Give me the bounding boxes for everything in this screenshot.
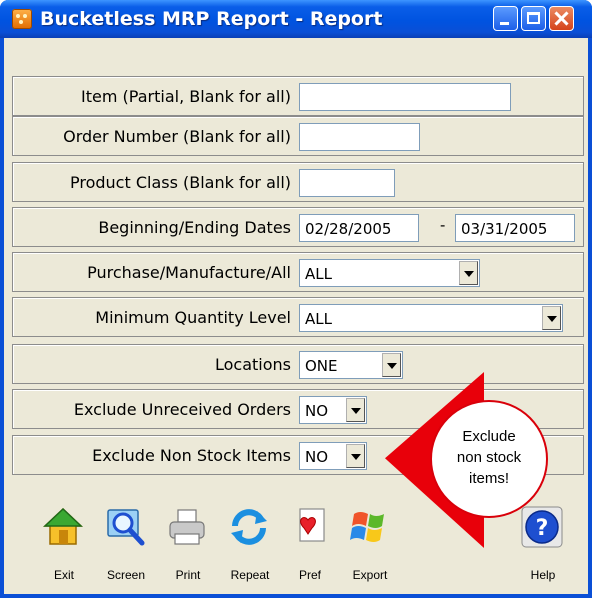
windows-flag-icon [350,512,384,542]
callout-bubble: Exclude non stock items! [430,400,548,518]
locations-value: ONE [305,357,338,375]
minimum-quantity-row: Minimum Quantity Level ALL [12,297,584,337]
exclude-unreceived-value: NO [305,402,329,420]
screen-label: Screen [106,568,146,582]
callout-line-2: non stock [456,449,522,466]
purchase-manufacture-row: Purchase/Manufacture/All ALL [12,252,584,292]
export-label: Export [352,568,388,582]
locations-label: Locations [214,355,291,374]
dropdown-arrow-icon[interactable] [459,261,478,285]
dates-label: Beginning/Ending Dates [98,218,291,237]
exclude-unreceived-select[interactable]: NO [299,396,367,424]
exit-label: Exit [53,568,74,582]
minimum-quantity-value: ALL [305,310,332,328]
exclude-unreceived-label: Exclude Unreceived Orders [73,400,291,419]
help-question-icon: ? [521,506,563,548]
exclude-nonstock-label: Exclude Non Stock Items [92,446,291,465]
purchase-manufacture-value: ALL [305,265,332,283]
callout-line-3: items! [468,470,509,487]
callout-line-1: Exclude [462,428,516,445]
order-number-input[interactable] [299,123,420,151]
dropdown-arrow-icon[interactable] [346,398,365,422]
pref-button[interactable]: Pref [280,502,340,592]
close-button[interactable] [549,6,574,31]
dropdown-arrow-icon[interactable] [542,306,561,330]
house-icon [43,507,83,545]
pref-label: Pref [298,568,321,582]
magnifier-screen-icon [107,509,145,546]
svg-text:?: ? [536,516,549,541]
help-label: Help [530,568,556,582]
minimize-button[interactable] [493,6,518,31]
product-class-input[interactable] [299,169,395,197]
title-bar[interactable]: Bucketless MRP Report - Report [0,0,592,38]
locations-row: Locations ONE [12,344,584,384]
order-number-label: Order Number (Blank for all) [63,127,291,146]
minimum-quantity-label: Minimum Quantity Level [95,308,291,327]
dates-row: Beginning/Ending Dates 02/28/2005 - 03/3… [12,207,584,247]
repeat-arrows-icon [231,509,267,545]
product-class-label: Product Class (Blank for all) [70,173,291,192]
item-input[interactable] [299,83,511,111]
purchase-manufacture-label: Purchase/Manufacture/All [87,263,291,282]
exclude-nonstock-select[interactable]: NO [299,442,367,470]
order-number-row: Order Number (Blank for all) [12,116,584,156]
maximize-button[interactable] [521,6,546,31]
date-separator: - [440,217,446,234]
print-button[interactable]: Print [158,502,218,592]
print-label: Print [175,568,201,582]
help-button[interactable]: ? Help [513,502,573,592]
heart-document-icon [299,508,325,542]
screen-button[interactable]: Screen [96,502,156,592]
item-row: Item (Partial, Blank for all) [12,76,584,116]
item-label: Item (Partial, Blank for all) [81,87,291,106]
dropdown-arrow-icon[interactable] [382,353,401,377]
minimum-quantity-select[interactable]: ALL [299,304,563,332]
end-date-input[interactable]: 03/31/2005 [455,214,575,242]
printer-icon [169,509,205,545]
begin-date-input[interactable]: 02/28/2005 [299,214,419,242]
exit-button[interactable]: Exit [34,502,94,592]
product-class-row: Product Class (Blank for all) [12,162,584,202]
window-title: Bucketless MRP Report - Report [40,8,383,30]
locations-select[interactable]: ONE [299,351,403,379]
exclude-nonstock-value: NO [305,448,329,466]
repeat-label: Repeat [230,568,270,582]
app-icon [12,9,32,29]
dropdown-arrow-icon[interactable] [346,444,365,468]
repeat-button[interactable]: Repeat [220,502,280,592]
export-button[interactable]: Export [340,502,400,592]
purchase-manufacture-select[interactable]: ALL [299,259,480,287]
